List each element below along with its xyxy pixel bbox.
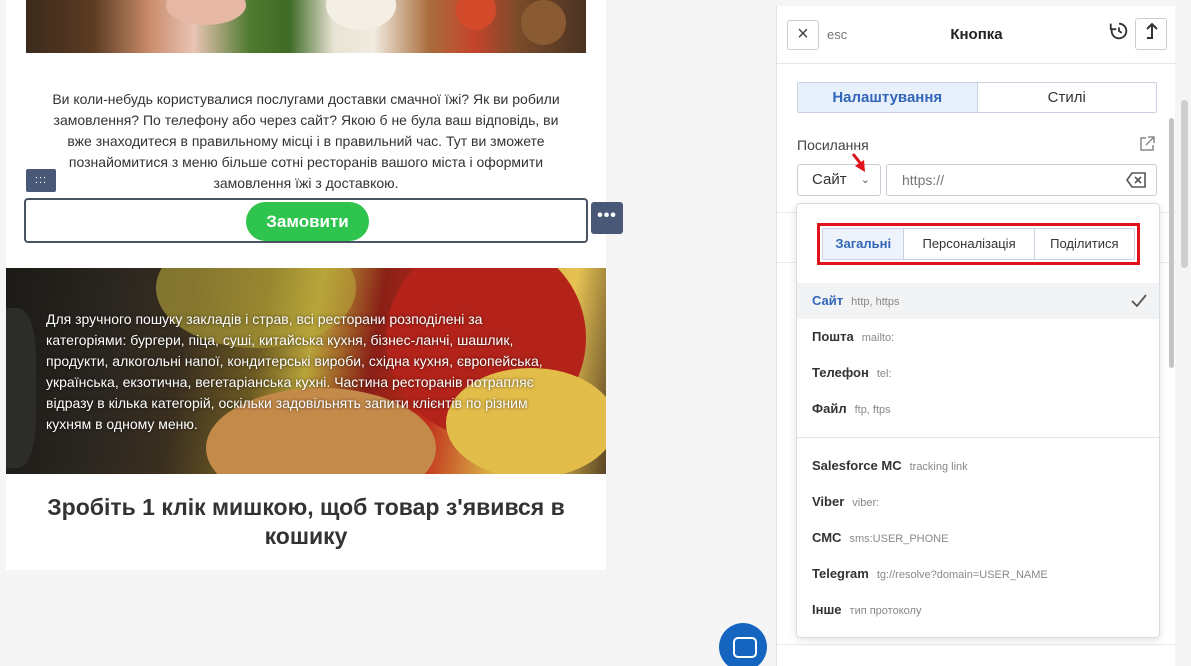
segment-general[interactable]: Загальні — [823, 229, 905, 259]
chat-support-icon[interactable] — [719, 623, 767, 666]
move-up-icon[interactable] — [1135, 18, 1167, 50]
external-link-icon[interactable] — [1139, 136, 1155, 152]
clear-input-icon[interactable] — [1126, 172, 1146, 188]
drag-handle-icon[interactable]: ::: — [26, 169, 56, 192]
food-header-image[interactable] — [26, 0, 586, 53]
email-canvas: Ви коли-небудь користувалися послугами д… — [6, 0, 606, 570]
history-icon[interactable] — [1107, 20, 1131, 50]
option-file[interactable]: Файл ftp, ftps — [797, 391, 1159, 427]
tab-settings[interactable]: Налаштування — [798, 83, 978, 112]
url-input[interactable] — [886, 164, 1157, 196]
option-salesforce[interactable]: Salesforce MC tracking link — [797, 448, 1159, 484]
link-type-value: Сайт — [812, 171, 847, 188]
option-phone[interactable]: Телефон tel: — [797, 355, 1159, 391]
dropdown-divider — [797, 437, 1159, 438]
option-sms[interactable]: СМС sms:USER_PHONE — [797, 520, 1159, 556]
segment-share[interactable]: Поділитися — [1035, 229, 1134, 259]
intro-paragraph[interactable]: Ви коли-небудь користувалися послугами д… — [46, 89, 566, 194]
click-title[interactable]: Зробіть 1 клік мишкою, щоб товар з'явивс… — [46, 493, 566, 551]
red-arrow-annotation — [849, 152, 871, 176]
link-type-dropdown: Загальні Персоналізація Поділитися Сайт h… — [796, 203, 1160, 638]
option-other[interactable]: Інше тип протоколу — [797, 592, 1159, 628]
selected-button-block[interactable]: Замовити — [24, 198, 588, 243]
option-mail[interactable]: Пошта mailto: — [797, 319, 1159, 355]
page-scrollbar[interactable] — [1181, 100, 1188, 268]
order-button[interactable]: Замовити — [246, 202, 369, 241]
vegetables-banner[interactable]: Для зручного пошуку закладів і страв, вс… — [6, 268, 606, 474]
panel-tabs: Налаштування Стилі — [797, 82, 1157, 113]
option-telegram[interactable]: Telegram tg://resolve?domain=USER_NAME — [797, 556, 1159, 592]
option-viber[interactable]: Viber viber: — [797, 484, 1159, 520]
panel-divider — [777, 63, 1176, 64]
more-options-button[interactable]: ••• — [591, 202, 623, 234]
segment-personalization[interactable]: Персоналізація — [904, 229, 1035, 259]
tab-styles[interactable]: Стилі — [978, 83, 1157, 112]
panel-row-divider — [777, 644, 1176, 645]
categories-paragraph[interactable]: Для зручного пошуку закладів і страв, вс… — [46, 309, 556, 435]
panel-scrollbar[interactable] — [1169, 118, 1174, 368]
link-label: Посилання — [797, 137, 869, 153]
option-site[interactable]: Сайт http, https — [797, 283, 1159, 319]
dropdown-segment-tabs: Загальні Персоналізація Поділитися — [822, 228, 1135, 260]
checkmark-icon — [1131, 294, 1147, 308]
